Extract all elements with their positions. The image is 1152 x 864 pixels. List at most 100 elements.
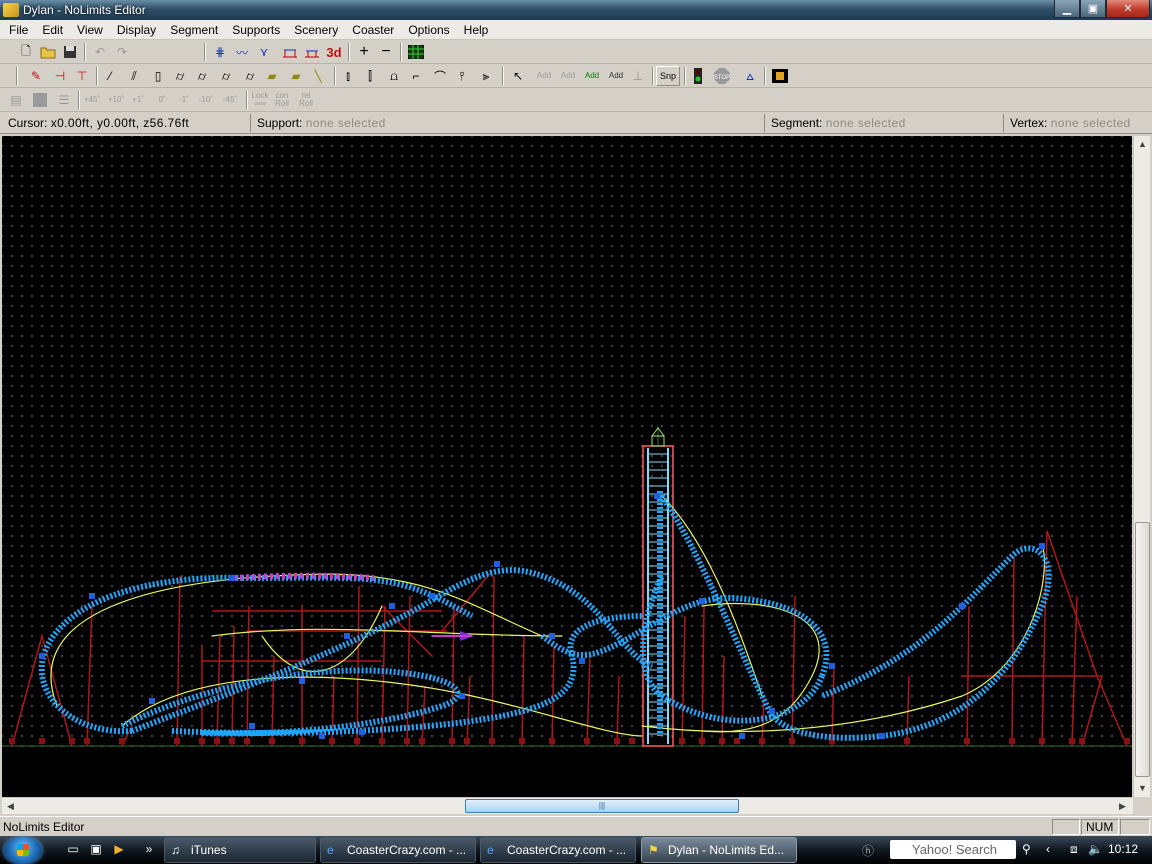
tray-expand-icon[interactable]: ‹ bbox=[1046, 842, 1050, 856]
add-node-button[interactable]: Add bbox=[534, 66, 554, 86]
task-coastercrazy-1[interactable]: e CoasterCrazy.com - ... bbox=[320, 837, 476, 863]
beam-icon[interactable]: ╲ bbox=[308, 66, 328, 86]
align-icon[interactable]: ☰ bbox=[54, 90, 74, 110]
support-curve-icon[interactable]: ⌒ bbox=[430, 66, 450, 86]
coaster-drawing bbox=[2, 426, 1132, 797]
curve-view-icon[interactable]: 〰 bbox=[232, 42, 252, 62]
zoom-out-icon[interactable]: − bbox=[376, 42, 396, 62]
support-leg bbox=[331, 675, 335, 747]
task-coastercrazy-2[interactable]: e CoasterCrazy.com - ... bbox=[480, 837, 636, 863]
support-arch-icon[interactable]: ⩍ bbox=[384, 66, 404, 86]
support-leg-icon[interactable]: ⫯ bbox=[452, 66, 472, 86]
minimize-button[interactable]: ▁ bbox=[1054, 0, 1080, 18]
network-icon[interactable]: ⧈ bbox=[1070, 842, 1078, 857]
cylinder-xl-icon[interactable]: ⌭ bbox=[240, 66, 260, 86]
scroll-up-icon[interactable]: ▲ bbox=[1136, 138, 1149, 151]
add-segment-button[interactable]: Add bbox=[558, 66, 578, 86]
ground-icon[interactable]: ⊥ bbox=[628, 66, 648, 86]
traffic-light-icon[interactable] bbox=[688, 66, 708, 86]
task-nolimits-editor[interactable]: ⚑ Dylan - NoLimits Ed... bbox=[641, 837, 797, 863]
show-desktop-icon[interactable]: ▭ bbox=[64, 842, 82, 858]
add-tree-button[interactable]: Add bbox=[582, 66, 602, 86]
horizontal-scroll-thumb[interactable]: ||| bbox=[465, 799, 739, 813]
straight-track-icon[interactable]: ⁄ bbox=[100, 66, 120, 86]
menu-file[interactable]: File bbox=[2, 20, 35, 40]
num-lock-indicator: NUM bbox=[1081, 819, 1119, 835]
join-segment-icon[interactable]: ⊤ bbox=[72, 66, 92, 86]
roll-plus1-button[interactable]: +1˚ bbox=[128, 90, 148, 110]
grid-map-icon[interactable] bbox=[406, 42, 426, 62]
dip-view-icon[interactable]: ⋎ bbox=[254, 42, 274, 62]
menu-edit[interactable]: Edit bbox=[35, 20, 70, 40]
footer-block-icon[interactable]: ▰ bbox=[286, 66, 306, 86]
menu-help[interactable]: Help bbox=[457, 20, 496, 40]
menu-view[interactable]: View bbox=[70, 20, 110, 40]
menu-supports[interactable]: Supports bbox=[225, 20, 287, 40]
side-view-icon[interactable] bbox=[302, 42, 322, 62]
zoom-in-icon[interactable]: + bbox=[354, 42, 374, 62]
cylinder-medium-icon[interactable]: ⌭ bbox=[192, 66, 212, 86]
task-itunes[interactable]: ♫ iTunes bbox=[164, 837, 316, 863]
snap-toggle[interactable]: Snp bbox=[656, 66, 680, 86]
menu-coaster[interactable]: Coaster bbox=[345, 20, 401, 40]
maximize-button[interactable]: ▣ bbox=[1080, 0, 1106, 18]
track-node bbox=[299, 678, 305, 684]
roll-minus1-button[interactable]: -1˚ bbox=[174, 90, 194, 110]
support-offset-icon[interactable]: ⫸ bbox=[476, 66, 496, 86]
rel-roll-button[interactable]: rel Roll bbox=[296, 90, 316, 110]
support-single-icon[interactable]: ⫾ bbox=[338, 66, 358, 86]
front-view-icon[interactable] bbox=[280, 42, 300, 62]
roll-minus10-button[interactable]: -10˚ bbox=[196, 90, 216, 110]
open-folder-icon[interactable] bbox=[38, 42, 58, 62]
support-bend-icon[interactable]: ⌐ bbox=[406, 66, 426, 86]
search-icon[interactable]: ⚲ bbox=[1022, 842, 1031, 856]
3d-view-button[interactable]: 3d bbox=[324, 42, 344, 62]
list-icon[interactable]: ▤ bbox=[6, 90, 26, 110]
footer-plate-icon[interactable]: ▰ bbox=[262, 66, 282, 86]
start-button[interactable] bbox=[4, 837, 42, 864]
new-file-icon[interactable]: 🗋 bbox=[16, 42, 36, 62]
redo-icon[interactable]: ↷ bbox=[112, 42, 132, 62]
status-cell-scroll bbox=[1120, 819, 1150, 835]
double-track-icon[interactable]: ⫽ bbox=[124, 66, 144, 86]
horizontal-scrollbar[interactable]: ◀ ||| ▶ bbox=[2, 797, 1133, 814]
select-pointer-icon[interactable]: ↖ bbox=[508, 66, 528, 86]
yahoo-search-input[interactable]: Yahoo! Search bbox=[890, 840, 1016, 859]
menu-options[interactable]: Options bbox=[401, 20, 456, 40]
solid-fill-icon[interactable] bbox=[30, 90, 50, 110]
save-icon[interactable] bbox=[60, 42, 80, 62]
roll-zero-button[interactable]: 0˚ bbox=[152, 90, 172, 110]
con-roll-button[interactable]: con Roll bbox=[272, 90, 292, 110]
volume-icon[interactable]: 🔈 bbox=[1088, 842, 1103, 856]
close-button[interactable]: ✕ bbox=[1106, 0, 1150, 18]
film-icon[interactable] bbox=[770, 66, 790, 86]
menu-segment[interactable]: Segment bbox=[163, 20, 225, 40]
support-tower-icon[interactable]: ⫿ bbox=[360, 66, 380, 86]
stop-button[interactable]: STOP bbox=[712, 66, 732, 86]
ground-area bbox=[2, 747, 1132, 797]
vertical-scrollbar[interactable]: ▲ ▼ bbox=[1133, 136, 1150, 797]
scroll-left-icon[interactable]: ◀ bbox=[4, 800, 17, 813]
split-segment-icon[interactable]: ⊣ bbox=[50, 66, 70, 86]
menu-scenery[interactable]: Scenery bbox=[287, 20, 345, 40]
add-support-button[interactable]: Add bbox=[606, 66, 626, 86]
switch-windows-icon[interactable]: ▣ bbox=[87, 842, 105, 858]
undo-icon[interactable]: ↶ bbox=[90, 42, 110, 62]
roll-plus45-button[interactable]: +45˚ bbox=[82, 90, 102, 110]
roll-minus45-button[interactable]: -45˚ bbox=[220, 90, 240, 110]
tower-icon[interactable]: ⩟ bbox=[740, 66, 760, 86]
pipe-icon[interactable]: ▯ bbox=[148, 66, 168, 86]
delete-vertex-icon[interactable]: ✎ bbox=[26, 66, 46, 86]
roll-plus10-button[interactable]: +10˚ bbox=[106, 90, 126, 110]
vertical-scroll-thumb[interactable] bbox=[1135, 522, 1150, 777]
cylinder-small-icon[interactable]: ⌭ bbox=[170, 66, 190, 86]
scroll-down-icon[interactable]: ▼ bbox=[1136, 782, 1149, 795]
media-player-icon[interactable]: ▶ bbox=[110, 842, 128, 858]
cylinder-large-icon[interactable]: ⌭ bbox=[216, 66, 236, 86]
quicklaunch-overflow[interactable]: » bbox=[140, 842, 158, 858]
grid-track-icon[interactable]: ⋕ bbox=[210, 42, 230, 62]
editor-viewport[interactable] bbox=[2, 136, 1132, 797]
lock-roll-button[interactable]: Lock ∞∞ bbox=[250, 90, 270, 110]
scroll-right-icon[interactable]: ▶ bbox=[1116, 800, 1129, 813]
menu-display[interactable]: Display bbox=[110, 20, 163, 40]
